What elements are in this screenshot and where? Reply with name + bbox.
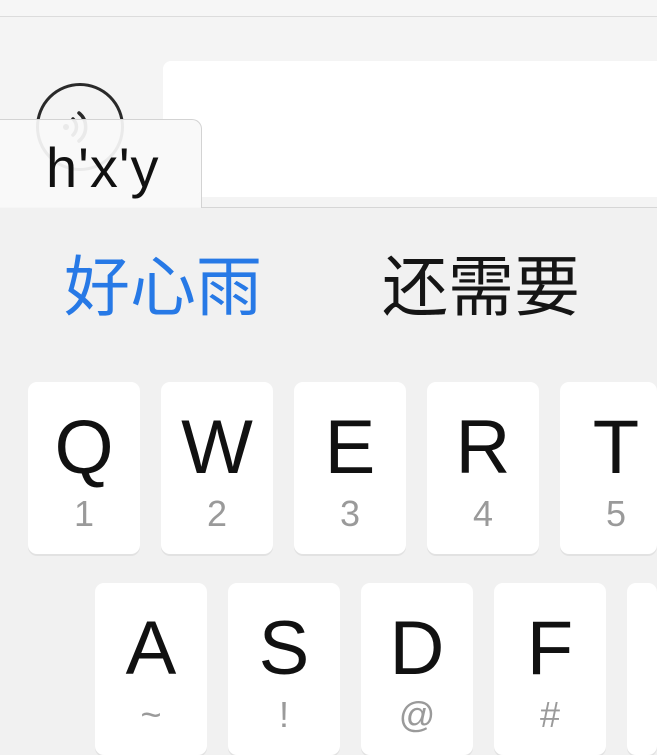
- key-s[interactable]: S !: [228, 583, 340, 755]
- key-a[interactable]: A ~: [95, 583, 207, 755]
- top-divider: [0, 0, 657, 17]
- key-w[interactable]: W 2: [161, 382, 273, 554]
- key-letter: S: [258, 606, 310, 691]
- key-sub: 3: [339, 493, 361, 534]
- key-sub: !: [278, 694, 289, 735]
- key-f[interactable]: F #: [494, 583, 606, 755]
- key-sub: 2: [206, 493, 228, 534]
- key-r[interactable]: R 4: [427, 382, 539, 554]
- key-sub: @: [398, 694, 436, 735]
- key-sub: 4: [472, 493, 494, 534]
- composition-preview: h'x'y: [0, 119, 202, 208]
- key-sub: 5: [605, 493, 627, 534]
- key-letter: W: [181, 405, 253, 490]
- candidate-2[interactable]: 还需要: [382, 248, 580, 328]
- message-input[interactable]: [163, 61, 657, 197]
- key-letter: F: [526, 606, 574, 691]
- key-letter: A: [125, 606, 177, 691]
- key-letter: R: [455, 405, 511, 490]
- key-letter: D: [389, 606, 445, 691]
- key-sub: ~: [140, 694, 162, 735]
- key-letter: Q: [54, 405, 114, 490]
- key-t[interactable]: T 5: [560, 382, 657, 554]
- composition-text: h'x'y: [46, 136, 160, 199]
- key-sub: #: [539, 694, 561, 735]
- key-g-partial[interactable]: [627, 583, 657, 755]
- key-letter: T: [592, 405, 640, 490]
- candidate-1[interactable]: 好心雨: [64, 248, 262, 328]
- key-q[interactable]: Q 1: [28, 382, 140, 554]
- key-sub: 1: [73, 493, 95, 534]
- key-d[interactable]: D @: [361, 583, 473, 755]
- key-letter: E: [324, 405, 376, 490]
- candidate-bar: 好心雨 还需要: [0, 208, 657, 358]
- key-e[interactable]: E 3: [294, 382, 406, 554]
